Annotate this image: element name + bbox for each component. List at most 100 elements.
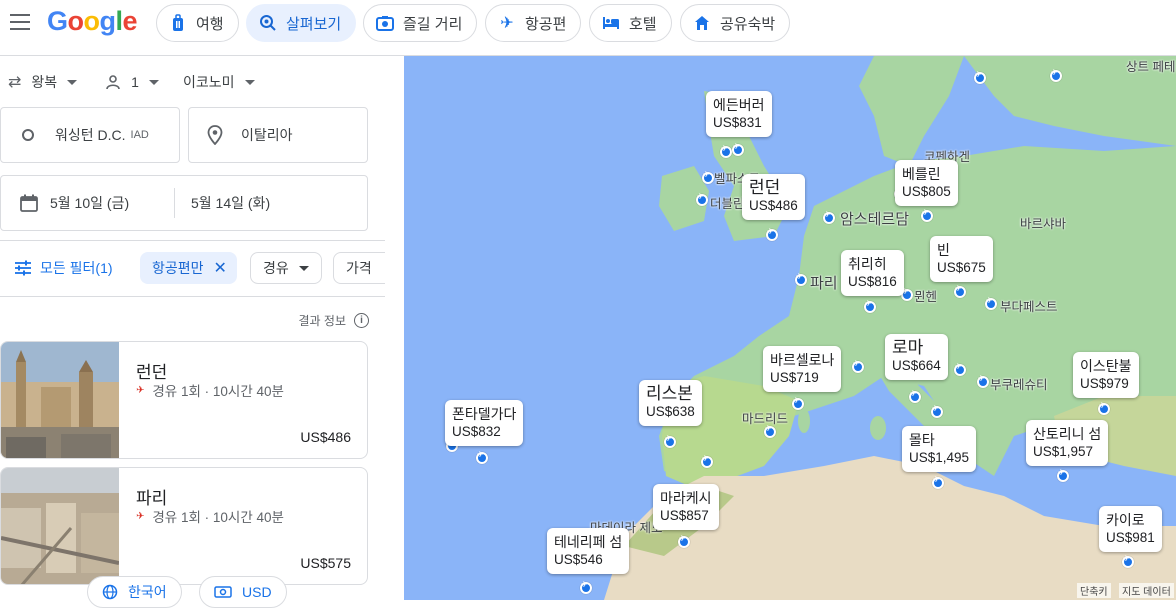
cabin-select[interactable]: 이코노미 <box>183 72 255 92</box>
price-pin-tenerife[interactable]: 테네리페 섬 US$546 <box>547 528 630 574</box>
airport-marker[interactable] <box>974 70 986 84</box>
tab-things-to-do[interactable]: 즐길 거리 <box>363 4 478 42</box>
stops-filter[interactable]: 경유 <box>250 252 322 284</box>
pin-city: 리스본 <box>646 384 693 403</box>
airline-logo-icon: ✈ <box>136 510 145 522</box>
price-pin-lisbon[interactable]: 리스본 US$638 <box>639 380 702 426</box>
airport-marker[interactable] <box>852 359 864 373</box>
result-card-paris[interactable]: 파리 ✈ 경유 1회 · 10시간 40분 US$575 <box>0 467 368 585</box>
explore-map[interactable]: 상트 페테 코펜하겐 벨파스트 더블린 암스테르담 바르샤바 파리 뮌헨 부다페… <box>404 56 1176 600</box>
price-pin-malta[interactable]: 몰타 US$1,495 <box>902 426 977 472</box>
airport-marker[interactable] <box>720 144 732 158</box>
tab-label: 호텔 <box>629 15 657 33</box>
price-pin-edinburgh[interactable]: 에든버러 US$831 <box>706 91 772 137</box>
close-icon[interactable]: ✕ <box>214 258 227 278</box>
tab-explore[interactable]: 살펴보기 <box>246 4 357 42</box>
airport-marker[interactable] <box>909 389 921 403</box>
airport-marker[interactable] <box>931 404 943 418</box>
price-pin-ponta-delgada[interactable]: 폰타델가다 US$832 <box>445 400 524 446</box>
airport-marker[interactable] <box>696 192 708 206</box>
airport-marker[interactable] <box>764 424 776 438</box>
google-logo[interactable]: Google <box>47 6 138 37</box>
tab-label: 공유숙박 <box>720 15 776 33</box>
price-pin-santorini[interactable]: 산토리니 섬 US$1,957 <box>1026 420 1109 466</box>
map-label: 부쿠레슈티 <box>990 378 1048 392</box>
pin-city: 테네리페 섬 <box>554 534 623 550</box>
price-pin-cairo[interactable]: 카이로 US$981 <box>1099 506 1162 552</box>
route-text: 경유 1회 · 10시간 40분 <box>152 384 284 399</box>
airport-marker[interactable] <box>795 272 807 286</box>
airport-marker[interactable] <box>1122 554 1134 568</box>
flights-only-label: 항공편만 <box>152 260 204 276</box>
airport-marker[interactable] <box>678 534 690 548</box>
keyboard-shortcuts-link[interactable]: 단축키 <box>1077 583 1111 598</box>
airport-marker[interactable] <box>977 374 989 388</box>
airport-marker[interactable] <box>476 450 488 464</box>
menu-icon[interactable] <box>10 14 30 30</box>
price-pin-london[interactable]: 런던 US$486 <box>742 174 805 220</box>
calendar-icon <box>20 194 38 212</box>
all-filters-button[interactable]: 모든 필터(1) <box>14 252 113 284</box>
tab-flights[interactable]: ✈ 항공편 <box>485 4 582 42</box>
trip-type-select[interactable]: ⇄ 왕복 <box>8 72 78 92</box>
map-label: 바르샤바 <box>1020 217 1067 231</box>
price-pin-vienna[interactable]: 빈 US$675 <box>930 236 993 282</box>
airport-marker[interactable] <box>864 299 876 313</box>
swap-arrows-icon: ⇄ <box>8 74 22 91</box>
pin-price: US$664 <box>892 358 941 373</box>
return-date[interactable]: 5월 14일 (화) <box>191 193 270 213</box>
airport-marker[interactable] <box>985 296 997 310</box>
house-icon <box>693 14 711 32</box>
airport-marker[interactable] <box>1057 468 1069 482</box>
airport-marker[interactable] <box>1050 68 1062 82</box>
airport-marker[interactable] <box>954 362 966 376</box>
currency-button[interactable]: USD <box>199 576 287 608</box>
airport-marker[interactable] <box>823 210 835 224</box>
price-pin-berlin[interactable]: 베를린 US$805 <box>895 160 958 206</box>
result-card-london[interactable]: 런던 ✈ 경유 1회 · 10시간 40분 US$486 <box>0 341 368 459</box>
airport-marker[interactable] <box>580 580 592 594</box>
pin-price: US$981 <box>1106 530 1155 545</box>
price-pin-istanbul[interactable]: 이스탄불 US$979 <box>1073 352 1139 398</box>
section-divider <box>0 296 385 297</box>
airport-marker[interactable] <box>792 396 804 410</box>
passenger-select[interactable]: 1 <box>105 74 159 90</box>
airport-marker[interactable] <box>701 454 713 468</box>
airport-marker[interactable] <box>921 208 933 222</box>
airport-marker[interactable] <box>932 475 944 489</box>
pin-price: US$1,495 <box>909 450 970 465</box>
tab-travel[interactable]: 여행 <box>156 4 239 42</box>
pin-price: US$486 <box>749 198 798 213</box>
airport-marker[interactable] <box>702 170 714 184</box>
map-label: 더블린 <box>710 197 745 211</box>
date-field[interactable]: 5월 10일 (금) 5월 14일 (화) <box>0 175 368 231</box>
airport-marker[interactable] <box>664 434 676 448</box>
price-pin-barcelona[interactable]: 바르셀로나 US$719 <box>763 346 842 392</box>
language-button[interactable]: 한국어 <box>87 576 182 608</box>
airport-marker[interactable] <box>766 227 778 241</box>
chevron-down-icon <box>244 79 255 85</box>
trip-type-value: 왕복 <box>31 74 58 90</box>
pin-price: US$857 <box>660 508 709 523</box>
tab-hotels[interactable]: 호텔 <box>589 4 672 42</box>
pin-city: 로마 <box>892 338 924 357</box>
results-info[interactable]: 결과 정보 i <box>299 312 369 329</box>
airport-marker[interactable] <box>732 142 744 156</box>
pin-city: 마라케시 <box>660 490 712 506</box>
depart-date[interactable]: 5월 10일 (금) <box>50 193 174 213</box>
price-pin-zurich[interactable]: 취리히 US$816 <box>841 250 904 296</box>
destination-field[interactable]: 이탈리아 <box>188 107 368 163</box>
price-filter[interactable]: 가격 <box>333 252 385 284</box>
flights-only-chip[interactable]: 항공편만 ✕ <box>140 252 237 284</box>
tab-label: 살펴보기 <box>286 15 342 33</box>
top-bar: Google 여행 살펴보기 즐길 거리 ✈ 항공편 호텔 공유숙박 <box>0 0 1176 48</box>
airport-marker[interactable] <box>954 284 966 298</box>
price-pin-marrakesh[interactable]: 마라케시 US$857 <box>653 484 719 530</box>
map-data-link[interactable]: 지도 데이터 <box>1119 583 1174 598</box>
route-text: 경유 1회 · 10시간 40분 <box>152 510 284 525</box>
tab-vacation-rentals[interactable]: 공유숙박 <box>680 4 791 42</box>
price-pin-rome[interactable]: 로마 US$664 <box>885 334 948 380</box>
map-label: 파리 <box>810 275 838 292</box>
airport-marker[interactable] <box>1098 401 1110 415</box>
origin-field[interactable]: 워싱턴 D.C. IAD <box>0 107 180 163</box>
